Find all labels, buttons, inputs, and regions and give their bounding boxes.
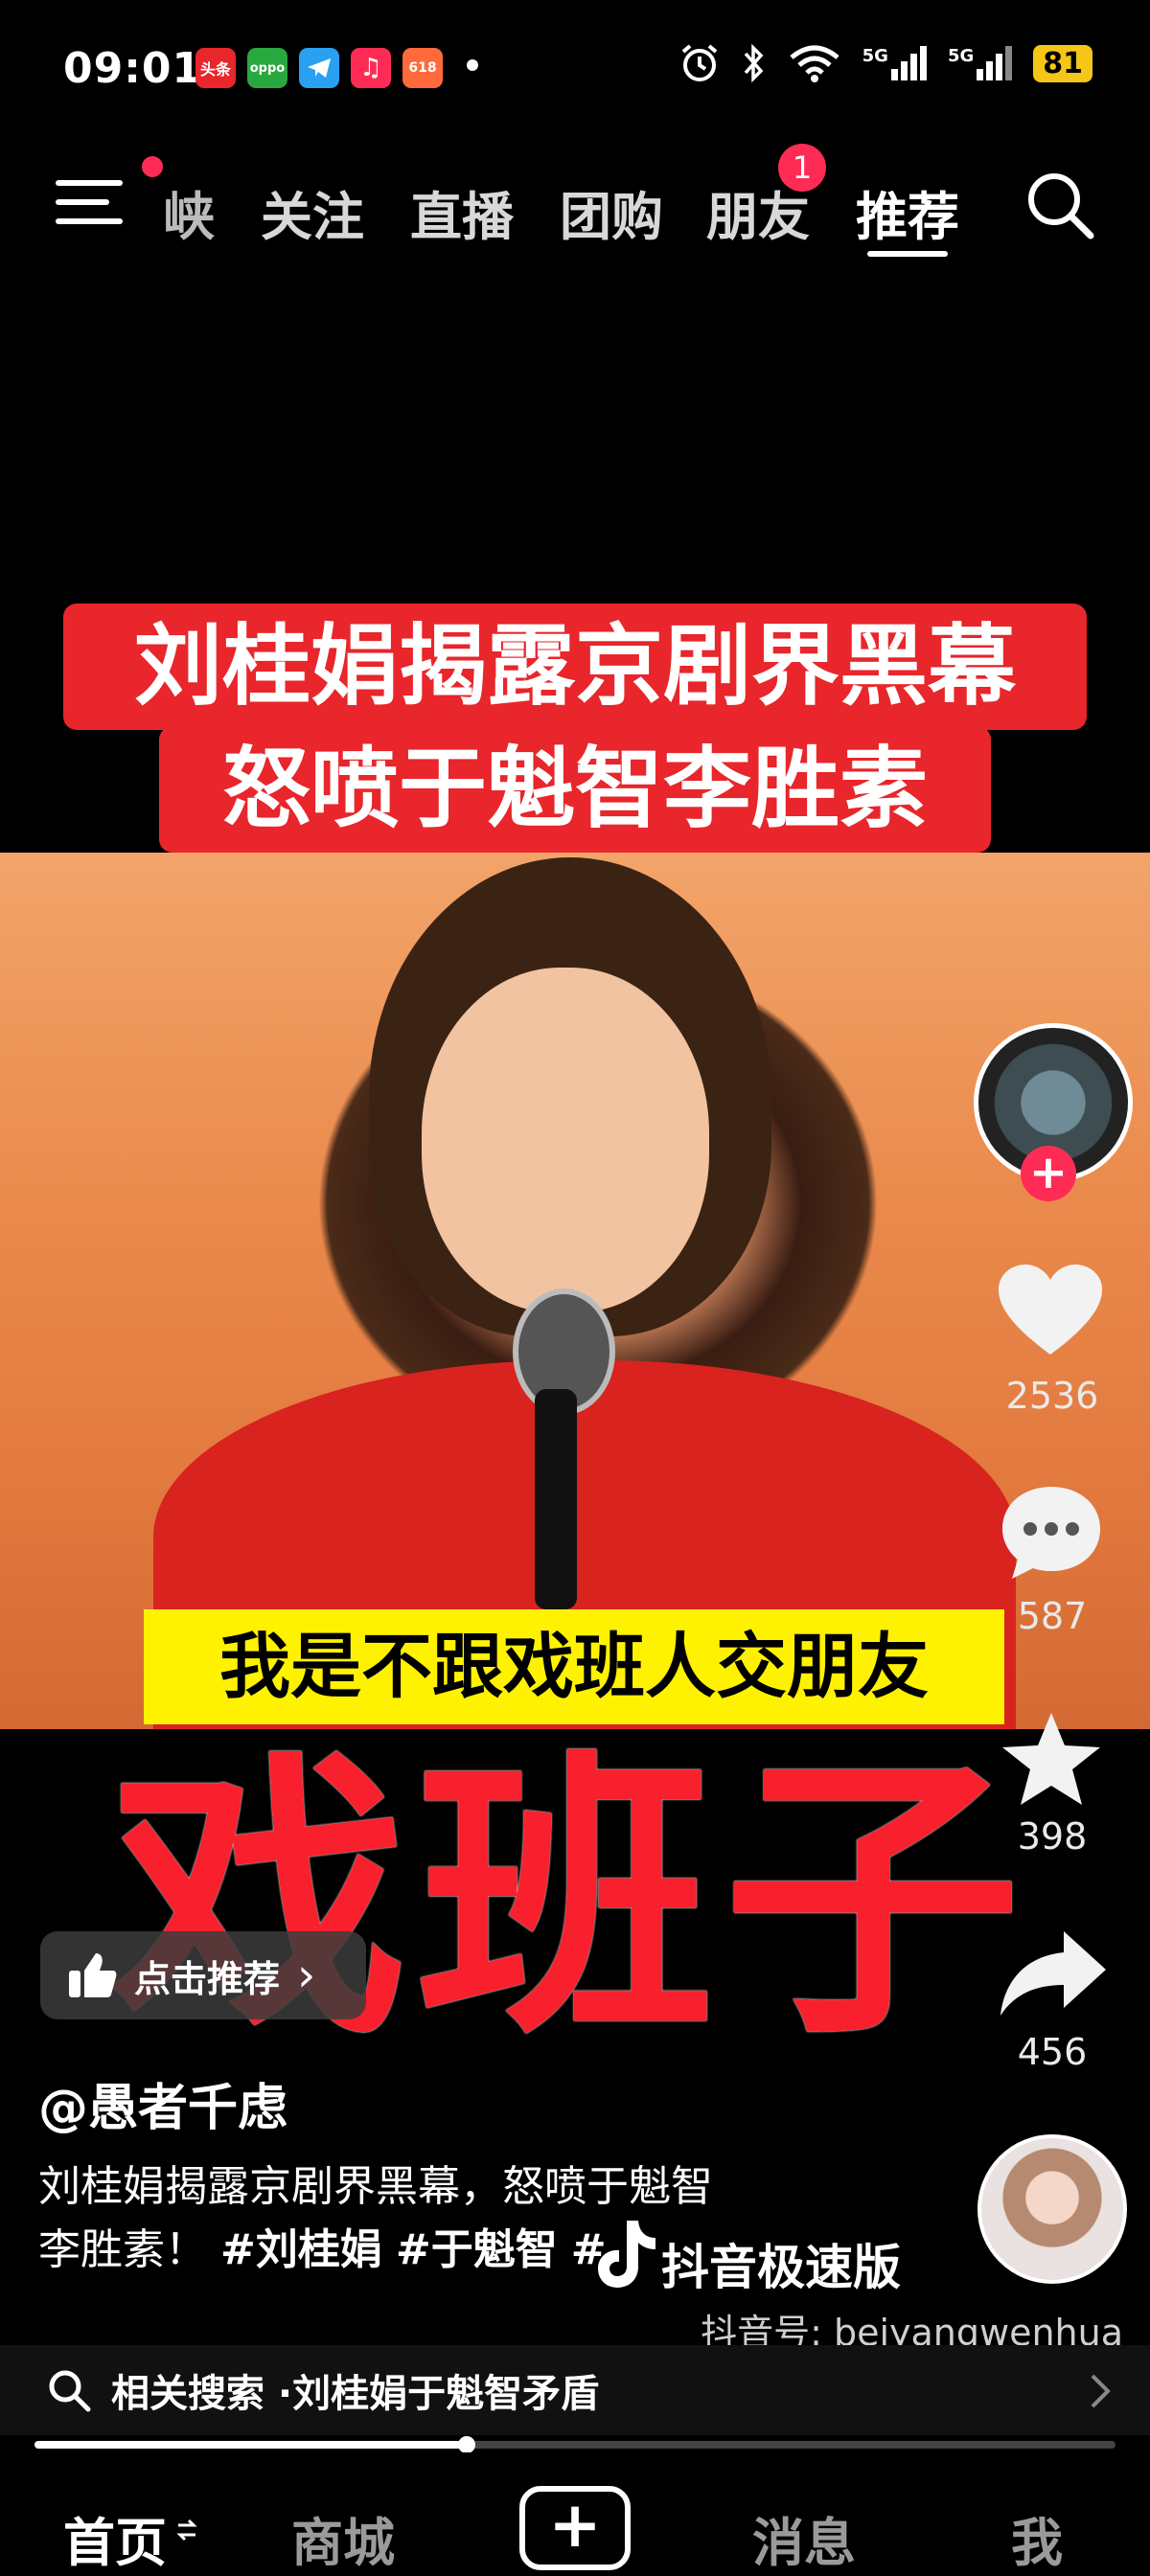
shopping-618-app-icon: 618 <box>402 48 443 88</box>
description-line1: 刘桂娟揭露京剧界黑幕，怒喷于魁智 <box>38 2162 713 2211</box>
tab-group-buy[interactable]: 团购 <box>560 174 663 250</box>
tab-me[interactable]: 我 <box>1011 2500 1063 2576</box>
share-arrow-icon[interactable] <box>997 1927 1110 2019</box>
tab-mall[interactable]: 商城 <box>291 2500 395 2576</box>
related-search-prefix: 相关搜索 · <box>111 2372 293 2416</box>
related-search-query: 刘桂娟于魁智矛盾 <box>292 2372 600 2416</box>
music-app-icon: ♫ <box>351 48 391 88</box>
author-name[interactable]: @愚者千虑 <box>38 2067 288 2139</box>
status-time: 09:01 <box>63 44 203 93</box>
menu-notification-dot <box>142 156 163 177</box>
refresh-arrows-icon <box>176 2519 197 2542</box>
related-search-icon <box>49 2370 91 2412</box>
recommend-label: 点击推荐 <box>134 1957 281 2000</box>
video-subtitle: 我是不跟戏班人交朋友 <box>144 1609 1004 1724</box>
video-title-line1: 刘桂娟揭露京剧界黑幕 <box>63 604 1087 730</box>
comment-count: 587 <box>1017 1595 1088 1637</box>
video-title-line2: 怒喷于魁智李胜素 <box>159 726 991 853</box>
search-icon[interactable] <box>1024 169 1096 241</box>
video-progress-bar[interactable] <box>34 2441 1116 2449</box>
wifi-icon <box>790 45 840 82</box>
like-heart-icon[interactable] <box>997 1263 1104 1358</box>
bluetooth-icon <box>744 43 764 83</box>
favorite-count: 398 <box>1017 1815 1088 1858</box>
like-count: 2536 <box>1005 1375 1099 1417</box>
oppo-app-icon: oppo <box>247 48 288 88</box>
signal-2-icon: 5G <box>948 46 1013 80</box>
video-progress-knob[interactable] <box>458 2436 476 2453</box>
related-search-bar[interactable]: 相关搜索 · 刘桂娟于魁智矛盾 <box>0 2345 1150 2435</box>
favorite-star-icon[interactable] <box>999 1709 1104 1809</box>
create-post-button[interactable]: + <box>519 2486 631 2570</box>
comment-icon[interactable] <box>999 1483 1104 1583</box>
more-notifications-dot <box>467 59 478 71</box>
watermark-app-name: 抖音极速版 <box>661 2240 901 2295</box>
thumbs-up-icon <box>69 1953 117 1997</box>
tab-messages[interactable]: 消息 <box>752 2500 856 2576</box>
singer-face <box>422 968 709 1312</box>
chevron-right-icon: › <box>297 1949 316 2002</box>
share-count: 456 <box>1017 2031 1088 2073</box>
friends-badge: 1 <box>778 144 826 192</box>
status-icons: 5G 5G 81 <box>678 42 1092 84</box>
telegram-app-icon <box>299 48 339 88</box>
tab-recommend[interactable]: 推荐 <box>856 174 959 250</box>
recommend-button[interactable]: 点击推荐 › <box>40 1931 366 2019</box>
hashtag-1[interactable]: #刘桂娟 <box>220 2225 382 2274</box>
microphone-handle <box>535 1389 577 1609</box>
follow-button[interactable]: + <box>1021 1146 1076 1201</box>
toutiao-app-icon: 头条 <box>196 48 236 88</box>
tab-home[interactable]: 首页 <box>63 2500 167 2576</box>
douyin-logo-icon <box>598 2221 656 2288</box>
tab-following[interactable]: 关注 <box>261 174 364 250</box>
tab-live[interactable]: 直播 <box>410 174 514 250</box>
menu-icon[interactable] <box>56 180 123 234</box>
hashtag-2[interactable]: #于魁智 <box>396 2225 558 2274</box>
description-text: 李胜素！ <box>38 2225 207 2274</box>
nav-item-partial[interactable]: 峡 <box>163 174 215 250</box>
battery-indicator: 81 <box>1033 44 1092 82</box>
chevron-right-icon <box>1091 2374 1111 2408</box>
signal-1-icon: 5G <box>862 46 927 80</box>
video-progress-fill <box>34 2441 468 2449</box>
music-disc-avatar[interactable] <box>978 2134 1127 2284</box>
alarm-icon <box>681 44 717 81</box>
active-tab-underline <box>867 251 948 257</box>
